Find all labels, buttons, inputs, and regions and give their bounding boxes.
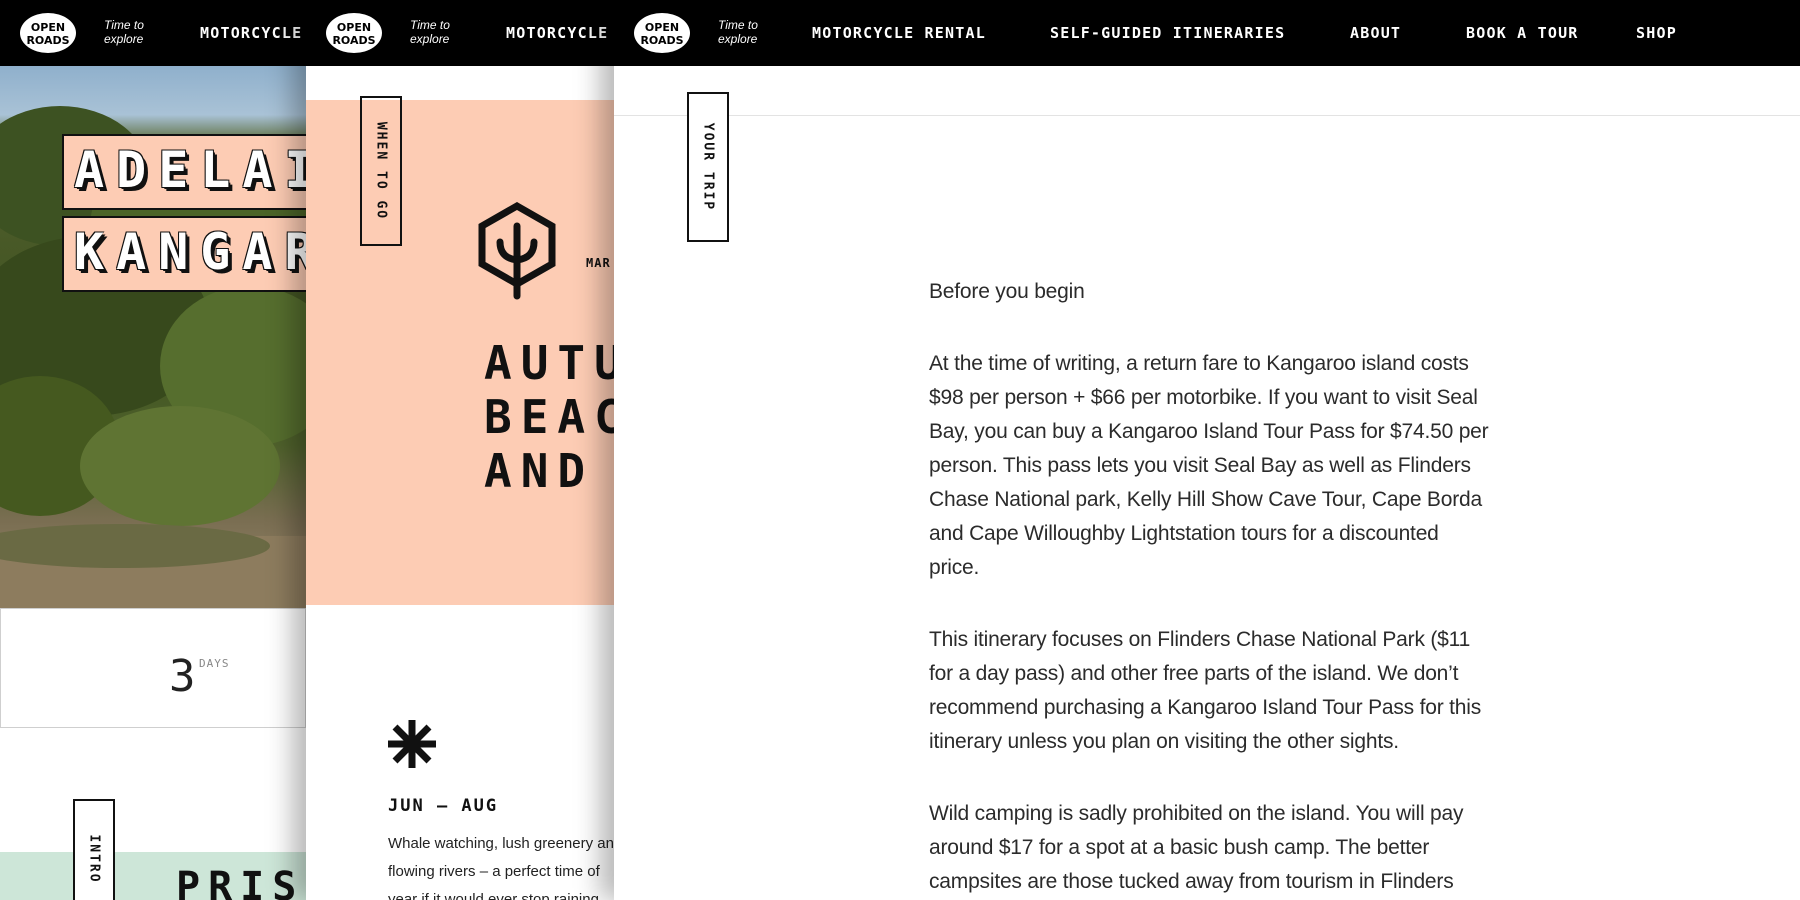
svg-text:OPEN: OPEN (337, 21, 371, 34)
when-to-go-tab: WHEN TO GO (360, 96, 402, 246)
nav-item-motorcycle-rental[interactable]: MOTORCYCLE RENTAL (812, 24, 986, 42)
nav-item-book-a-tour[interactable]: BOOK A TOUR (1466, 24, 1579, 42)
nav-item-about[interactable]: ABOUT (1350, 24, 1401, 42)
article-paragraph: Wild camping is sadly prohibited on the … (929, 802, 1464, 893)
nav-item-shop[interactable]: SHOP (1636, 24, 1677, 42)
when-to-go-tab-label: WHEN TO GO (373, 121, 389, 221)
your-trip-tab: YOUR TRIP (687, 92, 729, 242)
trip-article: Before you begin At the time of writing,… (929, 275, 1489, 900)
nav-item-motorcycle-rental[interactable]: MOTORCYCLE (200, 24, 302, 42)
svg-text:OPEN: OPEN (31, 21, 65, 34)
winter-months-heading: JUN – AUG (388, 796, 499, 816)
intro-section-tab: INTRO (73, 799, 115, 900)
autumn-months-label: MAR (586, 256, 611, 270)
nav-item-self-guided-itineraries[interactable]: SELF-GUIDED ITINERARIES (1050, 24, 1285, 42)
winter-description: Whale watching, lush greenery and flowin… (388, 835, 614, 900)
svg-text:ROADS: ROADS (332, 34, 375, 47)
itinerary-page-3: YOUR TRIP Before you begin At the time o… (614, 0, 1800, 900)
trip-duration-unit: DAYS (199, 657, 230, 670)
navbar: OPEN ROADS Time to explore MOTORCYCLE (0, 0, 306, 66)
svg-text:OPEN: OPEN (645, 21, 679, 34)
your-trip-tab-label: YOUR TRIP (700, 122, 716, 212)
autumn-title-line-1: AUTU (484, 336, 614, 390)
autumn-season-title: AUTU BEAC AND (484, 336, 614, 498)
itinerary-page-2: WHEN TO GO MAR AUTU BEAC AND JUN – AUG W… (306, 0, 614, 900)
article-subheading: Before you begin (929, 280, 1085, 303)
article-paragraph: At the time of writing, a return fare to… (929, 352, 1489, 579)
asterisk-icon (388, 720, 436, 768)
header-divider (614, 115, 1800, 116)
nav-item-motorcycle-rental[interactable]: MOTORCYCLE (506, 24, 608, 42)
page-title-line-1: ADELAI (62, 134, 306, 210)
autumn-title-line-3: AND (484, 444, 595, 498)
intro-section-tab-label: INTRO (86, 834, 102, 884)
svg-text:ROADS: ROADS (640, 34, 683, 47)
page-title-line-2: KANGAR (62, 216, 306, 292)
navbar: OPEN ROADS Time to explore MOTORCYCLE (306, 0, 614, 66)
navbar: OPEN ROADS Time to explore MOTORCYCLE RE… (614, 0, 1800, 66)
article-paragraph: This itinerary focuses on Flinders Chase… (929, 628, 1482, 753)
trip-duration-value: 3 (169, 651, 196, 702)
svg-text:ROADS: ROADS (26, 34, 69, 47)
open-roads-logo[interactable]: OPEN ROADS (18, 11, 78, 55)
brand-tagline: Time to explore (410, 18, 450, 46)
open-roads-logo[interactable]: OPEN ROADS (632, 11, 692, 55)
open-roads-logo[interactable]: OPEN ROADS (324, 11, 384, 55)
itinerary-page-1: ADELAI KANGAR 3 DAYS INTRO PRIST OPEN RO… (0, 0, 306, 900)
brand-tagline: Time to explore (104, 18, 144, 46)
trip-duration-box: 3 DAYS (0, 608, 306, 728)
tree-icon (478, 202, 556, 300)
intro-section-heading: PRIST (176, 864, 306, 900)
autumn-title-line-2: BEAC (484, 390, 614, 444)
brand-tagline: Time to explore (718, 18, 758, 46)
